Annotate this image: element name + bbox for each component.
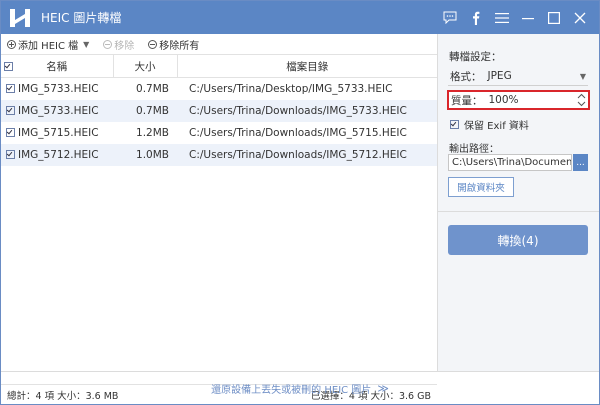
settings-title: 轉檔設定： [449,51,502,63]
remove-label: 移除 [114,40,135,52]
chevron-down-icon[interactable]: ▼ [83,40,89,49]
file-list-panel: 添加 HEIC 檔 ▼ 移除 移除所有 名稱 大小 檔案目錄 IMG_5733.… [1,34,438,402]
file-name: IMG_5712.HEIC [18,149,99,161]
feedback-icon[interactable] [441,9,459,27]
exif-label: 保留 Exif 資料 [464,121,529,132]
add-icon [7,39,16,49]
column-header-name[interactable]: 名稱 [1,54,114,78]
remove-all-label: 移除所有 [159,40,200,52]
chevron-down-icon[interactable]: ▼ [580,72,586,81]
file-path: C:/Users/Trina/Desktop/IMG_5733.HEIC [189,83,393,95]
file-name: IMG_5733.HEIC [18,105,99,117]
table-header-row: 名稱 大小 檔案目錄 [1,54,437,78]
add-heic-label: 添加 HEIC 檔 [18,40,79,52]
column-header-path[interactable]: 檔案目錄 [177,54,437,78]
browse-button[interactable]: ... [573,154,588,171]
close-icon[interactable] [571,9,589,27]
maximize-icon[interactable] [545,9,563,27]
output-path-field[interactable]: C:\Users\Trina\Documents\ [448,154,572,171]
title-bar: HEIC 圖片轉檔 [1,1,599,34]
table-row[interactable]: IMG_5712.HEIC 1.0MB C:/Users/Trina/Downl… [1,144,437,166]
file-path: C:/Users/Trina/Downloads/IMG_5712.HEIC [189,149,407,161]
file-path: C:/Users/Trina/Downloads/IMG_5715.HEIC [189,127,407,139]
table-row[interactable]: IMG_5733.HEIC 0.7MB C:/Users/Trina/Downl… [1,100,437,122]
quality-value[interactable]: 100% [489,94,578,106]
add-heic-button[interactable]: 添加 HEIC 檔 ▼ [7,37,89,52]
file-table: 名稱 大小 檔案目錄 IMG_5733.HEIC 0.7MB C:/Users/… [1,54,437,166]
app-window: HEIC 圖片轉檔 添加 HEIC 檔 ▼ 移除 移除所有 名稱 大小 檔案目錄… [0,0,600,405]
recover-link[interactable]: 還原設備上丟失或被刪的 HEIC 圖片 ≫ [1,371,599,405]
menu-icon[interactable] [493,9,511,27]
file-size: 0.7MB [136,83,169,95]
facebook-icon[interactable] [467,9,485,27]
exif-checkbox[interactable] [450,120,459,129]
divider [438,211,599,212]
remove-icon [103,39,113,49]
output-path-label: 輸出路徑： [449,144,499,155]
double-chevron-right-icon: ≫ [377,382,389,395]
format-value: JPEG [487,70,512,82]
file-toolbar: 添加 HEIC 檔 ▼ 移除 移除所有 [1,34,437,54]
file-size: 1.2MB [136,127,169,139]
file-name: IMG_5733.HEIC [18,83,99,95]
row-checkbox[interactable] [6,128,15,137]
select-all-checkbox[interactable] [4,62,13,71]
file-size: 1.0MB [136,149,169,161]
minimize-icon[interactable] [519,9,537,27]
format-label: 格式： [450,70,482,83]
row-checkbox[interactable] [6,106,15,115]
row-checkbox[interactable] [6,84,15,93]
table-row[interactable]: IMG_5733.HEIC 0.7MB C:/Users/Trina/Deskt… [1,78,437,101]
file-size: 0.7MB [136,105,169,117]
app-logo-icon [10,8,30,27]
settings-panel: 轉檔設定： 格式： JPEG ▼ 質量： 100% 保留 Exif 資料 輸出路… [438,34,599,371]
column-header-size[interactable]: 大小 [113,54,178,78]
remove-all-icon [148,39,158,49]
table-row[interactable]: IMG_5715.HEIC 1.2MB C:/Users/Trina/Downl… [1,122,437,144]
recover-link-label: 還原設備上丟失或被刪的 HEIC 圖片 [211,385,372,396]
format-select[interactable]: 格式： JPEG ▼ [448,67,588,86]
app-title: HEIC 圖片轉檔 [41,11,122,25]
row-checkbox[interactable] [6,150,15,159]
file-name: IMG_5715.HEIC [18,127,99,139]
remove-all-button[interactable]: 移除所有 [148,37,199,52]
convert-button[interactable]: 轉換(4) [448,225,588,255]
open-folder-button[interactable]: 開啟資料夾 [448,177,514,197]
quality-label: 質量： [451,94,483,107]
quality-stepper[interactable]: 質量： 100% [447,90,590,110]
keep-exif-option[interactable]: 保留 Exif 資料 [450,117,529,132]
spinner-icon[interactable] [577,93,586,107]
remove-button[interactable]: 移除 [103,37,134,52]
file-path: C:/Users/Trina/Downloads/IMG_5733.HEIC [189,105,407,117]
